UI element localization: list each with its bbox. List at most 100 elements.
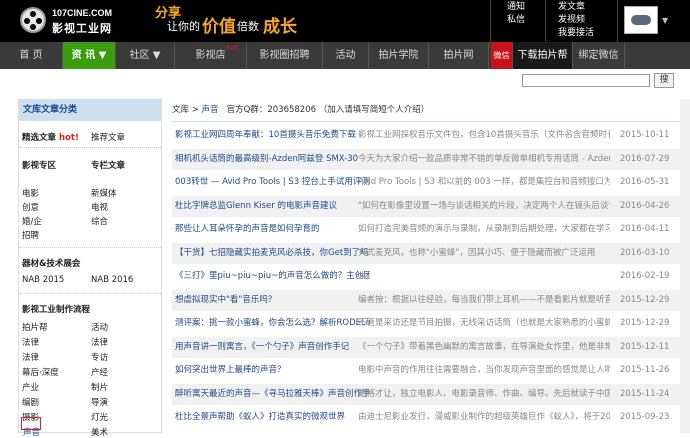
qq-group-info: 官方Q群：203658206 （加入请填写简短个人介绍） bbox=[226, 105, 430, 115]
table-row[interactable]: 《三打》里piu~piu~piu~的声音怎么做的？主创团队【和声创影】揭秘动效制… bbox=[172, 266, 690, 287]
article-title-link[interactable]: 用声音讲一则寓言，《一个勺子》声音创作手记 bbox=[175, 337, 349, 358]
nav-events[interactable]: 活动 bbox=[323, 42, 369, 69]
sidebar-item[interactable]: 编剧 bbox=[22, 396, 39, 408]
table-row[interactable]: 用声音讲一则寓言，《一个勺子》声音创作手记 《一个勺子》带着黑色幽默的寓言故事，在… bbox=[172, 336, 690, 358]
section-columns[interactable]: 专栏文章 bbox=[91, 159, 125, 171]
article-title-link[interactable]: 杜比字牌总监Glenn Kiser 的电影声音建议 bbox=[175, 196, 337, 217]
section-film-zone: 影视专区 bbox=[22, 161, 57, 171]
nav-news[interactable]: 资 讯 ▼ bbox=[63, 42, 116, 69]
sidebar-item-hiring[interactable]: 招聘 bbox=[22, 229, 39, 241]
sidebar-title: 文库文章分类 bbox=[19, 99, 161, 121]
breadcrumb-separator: > bbox=[191, 105, 199, 115]
slogan-part: 倍数 bbox=[237, 20, 259, 33]
chevron-down-icon: ▼ bbox=[662, 16, 669, 25]
nav-home[interactable]: 首 页 bbox=[0, 42, 63, 69]
search-input[interactable] bbox=[522, 74, 650, 87]
sidebar-item[interactable]: 幕后·深度 bbox=[22, 366, 59, 378]
nav-community[interactable]: 社区 ▼ bbox=[116, 42, 175, 69]
site-logo[interactable]: 107CINE.COM 影视工业网 bbox=[20, 4, 140, 38]
nav-shop[interactable]: 影视店 hot bbox=[175, 42, 247, 69]
article-date: 2015-12-29 bbox=[620, 294, 670, 305]
sidebar-item-tv[interactable]: 电视 bbox=[91, 201, 108, 213]
main-navigation: 首 页 资 讯 ▼ 社区 ▼ 影视店 hot 影视圈招聘 活动 拍片学院 拍片网 … bbox=[0, 42, 690, 69]
slogan-part: 让你的 bbox=[167, 20, 200, 33]
article-title-link[interactable]: 相机机头话筒的最高级别-Azden阿兹登 SMX-30 bbox=[175, 149, 358, 170]
article-title-link[interactable]: 那些让人耳朵怀孕的声音是如何孕育的 bbox=[175, 219, 320, 240]
nav-academy[interactable]: 拍片学院 bbox=[369, 42, 429, 69]
sidebar-item-film[interactable]: 电影 bbox=[22, 187, 39, 199]
article-title-link[interactable]: 003转世 — Avid Pro Tools | S3 控台上手试用评测 bbox=[175, 172, 370, 193]
post-article-link[interactable]: 发文章 bbox=[558, 1, 617, 14]
sidebar-item[interactable]: 导演 bbox=[91, 396, 108, 408]
breadcrumb-root[interactable]: 文库 bbox=[172, 105, 189, 115]
article-title-link[interactable]: 如何突出世界上最棒的声音？ bbox=[175, 360, 286, 381]
avatar[interactable] bbox=[624, 6, 658, 34]
sidebar-item[interactable]: 产业 bbox=[22, 381, 39, 393]
scrollbar[interactable] bbox=[680, 99, 690, 433]
sidebar-item[interactable]: 制片 bbox=[91, 381, 108, 393]
table-row[interactable]: 想虐拟现实中"看"音乐吗？ 编者按：根据以往经验，每当我们带上耳机——不是看影片就… bbox=[172, 289, 690, 311]
article-title-link[interactable]: 影视工业网四周年奉献：10首摄头音乐免费下载 bbox=[175, 125, 356, 146]
sidebar-item[interactable]: 法律 bbox=[22, 351, 39, 363]
selected-highlight bbox=[21, 417, 41, 430]
nav-download-app[interactable]: 下载拍片帮 bbox=[513, 42, 573, 69]
table-row[interactable]: 杜比全景声帮助《蚁人》打造真实的微观世界 由迪士尼影业发行，漫威影业制作的超级英雄… bbox=[172, 407, 690, 428]
slogan-part: 成长 bbox=[263, 17, 297, 37]
sidebar-item-new-media[interactable]: 新媒体 bbox=[91, 187, 117, 199]
sidebar-item[interactable]: 法律 bbox=[22, 336, 39, 348]
table-row[interactable]: 那些让人耳朵怀孕的声音是如何孕育的 如何打造完美音频的演示与录制，从录制到后期处理… bbox=[172, 219, 690, 240]
sidebar-item[interactable]: 灯光 bbox=[91, 411, 108, 423]
article-date: 2015-12-29 bbox=[620, 318, 670, 328]
article-title-link[interactable]: 想虐拟现实中"看"音乐吗？ bbox=[175, 290, 276, 311]
post-video-link[interactable]: 发视频 bbox=[558, 14, 617, 27]
article-title-link[interactable]: 醉听寓天最近的声音—《寻马拉雅天棒》声音创作手记 bbox=[175, 384, 370, 405]
table-row[interactable]: 003转世 — Avid Pro Tools | S3 控台上手试用评测 Avid… bbox=[172, 172, 690, 193]
article-excerpt: 由迪士尼影业发行，漫威影业制作的超级英雄巨作《蚁人》，将于2015年 bbox=[358, 412, 610, 422]
sidebar-item-featured[interactable]: 精选文章 hot! bbox=[22, 131, 79, 143]
wechat-icon[interactable]: 微信 bbox=[491, 42, 513, 69]
sidebar-item[interactable]: 拍片帮 bbox=[22, 321, 48, 333]
sidebar-item-creative[interactable]: 创意 bbox=[22, 201, 39, 213]
user-links-notifications: 通知 私信 bbox=[490, 0, 544, 42]
article-title-link[interactable]: 测评案：挑一款小蜜蜂，你会怎么选？解析RODELink小蜜蜂 bbox=[175, 313, 370, 334]
sidebar-item-wedding[interactable]: 婚/企 bbox=[22, 215, 42, 227]
article-excerpt: 编者按：根据以往经验，每当我们带上耳机——不是看影片就是听音乐或者打游戏，而现在 bbox=[358, 294, 610, 305]
sidebar-item[interactable]: 活动 bbox=[91, 321, 108, 333]
sidebar-item[interactable]: 产经 bbox=[91, 366, 108, 378]
table-row[interactable]: 影视工业网四周年奉献：10首摄头音乐免费下载 影视工业网採权音乐文件包，包含10首… bbox=[172, 125, 690, 146]
messages-link[interactable]: 私信 bbox=[507, 14, 544, 27]
breadcrumb-current[interactable]: 声音 bbox=[202, 105, 219, 115]
user-menu[interactable]: ▼ bbox=[617, 0, 690, 42]
article-date: 2016-05-31 bbox=[620, 177, 670, 187]
user-links-publish: 发文章 发视频 我要接活 bbox=[545, 0, 617, 42]
notifications-link[interactable]: 通知 bbox=[507, 1, 544, 14]
table-row[interactable]: 【干货】七招隐藏实拍麦克风必杀技，你Get到了吗？ 夹式麦克风，也称"小蜜蜂"，因… bbox=[172, 242, 690, 264]
sidebar-item-nab2016[interactable]: NAB 2016 bbox=[91, 275, 133, 285]
sidebar-item[interactable]: 法律 bbox=[91, 336, 108, 348]
sidebar-item-nab2015[interactable]: NAB 2015 bbox=[22, 275, 64, 285]
nav-bind-wechat[interactable]: 绑定微信 bbox=[573, 42, 625, 69]
nav-paipian[interactable]: 拍片网 bbox=[429, 42, 489, 69]
article-excerpt: Avid Pro Tools | S3 和以前的 003 一样，都是集控台和音频… bbox=[358, 177, 610, 187]
table-row[interactable]: 相机机头话筒的最高级别-Azden阿兹登 SMX-30 今天为大家介绍一款品质非常… bbox=[172, 148, 690, 170]
search-button[interactable]: 搜 bbox=[654, 73, 674, 88]
slogan-banner: 分享 让你的 价值 倍数 成长 bbox=[150, 2, 300, 38]
table-row[interactable]: 醉听寓天最近的声音—《寻马拉雅天棒》声音创作手记 德格才让，独立电影人、电影录音师… bbox=[172, 383, 690, 405]
sidebar-item[interactable]: 美术 bbox=[91, 426, 108, 438]
nav-jobs[interactable]: 影视圈招聘 bbox=[247, 42, 323, 69]
table-row[interactable]: 如何突出世界上最棒的声音？ 电影中声音的作用往往需要融合，当你发现声音里面的感觉是… bbox=[172, 360, 690, 381]
sidebar-item[interactable]: 专访 bbox=[91, 351, 108, 363]
sidebar-item-general[interactable]: 综合 bbox=[91, 215, 108, 227]
hot-badge: hot! bbox=[58, 133, 79, 143]
article-excerpt: 《一个勺子》带着黑色幽默的寓言故事，在导演处女作里，他是非常特别 bbox=[358, 341, 610, 352]
featured-label: 精选文章 bbox=[22, 133, 57, 143]
article-title-link[interactable]: 【干货】七招隐藏实拍麦克风必杀技，你Get到了吗？ bbox=[175, 243, 370, 264]
article-excerpt: 电影中声音的作用往往需要融合，当你发现声音里面的感觉是让人听清楚时的喜悦 bbox=[358, 365, 610, 375]
article-title-link[interactable]: 《三打》里piu~piu~piu~的声音怎么做的？主创团队【和声创影】揭秘动效制… bbox=[175, 266, 370, 287]
article-excerpt: 夹式麦克风，也称"小蜜蜂"，因其小巧、便于隐藏而被广泛运用 bbox=[358, 247, 596, 258]
find-jobs-link[interactable]: 我要接活 bbox=[558, 27, 617, 40]
table-row[interactable]: 杜比字牌总监Glenn Kiser 的电影声音建议 "如何在影像里设置一场与谈话相… bbox=[172, 195, 690, 217]
article-title-link[interactable]: 杜比全景声帮助《蚁人》打造真实的微观世界 bbox=[175, 407, 345, 428]
table-row[interactable]: 测评案：挑一款小蜜蜂，你会怎么选？解析RODELink小蜜蜂不管是采访还是节目拍… bbox=[172, 313, 690, 334]
sidebar-item-recommended[interactable]: 推荐文章 bbox=[91, 131, 125, 143]
